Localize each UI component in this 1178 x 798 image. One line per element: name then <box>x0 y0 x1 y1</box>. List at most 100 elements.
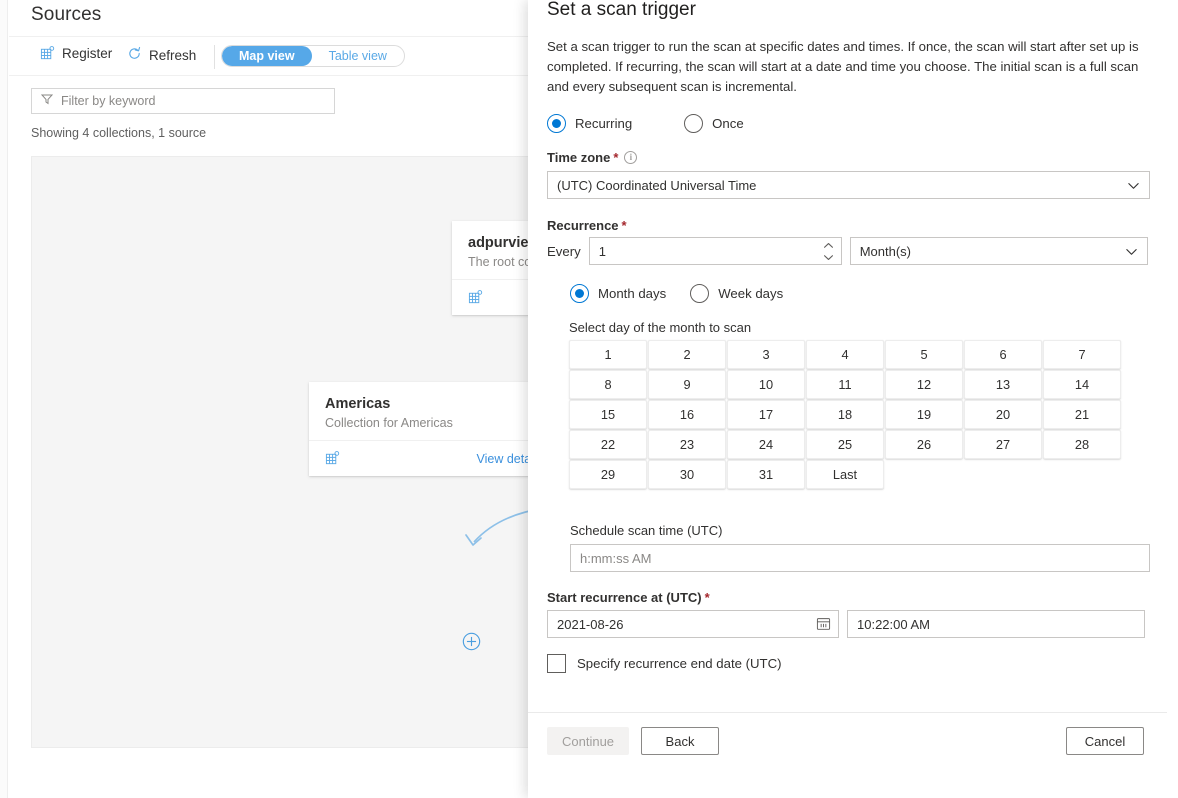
radio-once-label: Once <box>712 116 744 131</box>
radio-recurring-label: Recurring <box>575 116 633 131</box>
collection-card-root[interactable]: adpurview The root collection <box>452 221 540 315</box>
end-date-checkbox-label: Specify recurrence end date (UTC) <box>577 656 782 671</box>
every-label: Every <box>547 243 581 259</box>
radio-month-days[interactable]: Month days <box>570 284 666 303</box>
day-cell[interactable]: 20 <box>964 400 1042 429</box>
radio-week-days-control[interactable] <box>690 284 710 303</box>
collection-card-body: Americas Collection for Americas <box>309 382 540 440</box>
plus-circle-icon[interactable] <box>462 632 481 651</box>
day-cell[interactable]: 3 <box>727 340 805 369</box>
day-cell[interactable]: 6 <box>964 340 1042 369</box>
collection-card-body: adpurview The root collection <box>452 221 540 279</box>
chevron-down-icon <box>1127 179 1140 192</box>
month-day-grid: 1 2 3 4 5 6 7 8 9 10 11 12 13 14 15 16 17 18 19 20 21 22 23 24 2… <box>569 340 1122 489</box>
day-cell[interactable]: 19 <box>885 400 963 429</box>
view-toggle[interactable]: Map view Table view <box>221 45 405 67</box>
radio-once-control[interactable] <box>684 114 704 133</box>
collection-card-subtitle: Collection for Americas <box>325 416 453 430</box>
every-spinner-input[interactable]: 1 <box>588 237 842 265</box>
start-date-input[interactable]: 2021-08-26 <box>547 610 839 638</box>
end-date-checkbox-row[interactable]: Specify recurrence end date (UTC) <box>547 654 782 673</box>
recurrence-every-row: Every 1 Month(s) <box>547 237 1150 265</box>
cancel-button[interactable]: Cancel <box>1066 727 1144 755</box>
day-cell[interactable]: 11 <box>806 370 884 399</box>
day-cell[interactable]: 9 <box>648 370 726 399</box>
day-cell[interactable]: 13 <box>964 370 1042 399</box>
command-separator <box>214 45 215 69</box>
day-cell[interactable]: 2 <box>648 340 726 369</box>
day-cell[interactable]: Last <box>806 460 884 489</box>
timezone-value: (UTC) Coordinated Universal Time <box>557 177 757 193</box>
chevron-down-icon <box>1125 245 1138 258</box>
register-button[interactable]: Register <box>40 46 112 61</box>
day-cell[interactable]: 30 <box>648 460 726 489</box>
day-cell[interactable]: 22 <box>569 430 647 459</box>
day-cell[interactable]: 21 <box>1043 400 1121 429</box>
day-cell[interactable]: 27 <box>964 430 1042 459</box>
back-button[interactable]: Back <box>641 727 719 755</box>
day-cell[interactable]: 24 <box>727 430 805 459</box>
required-marker: * <box>621 218 627 233</box>
day-cell[interactable]: 16 <box>648 400 726 429</box>
end-date-checkbox[interactable] <box>547 654 566 673</box>
radio-recurring[interactable]: Recurring <box>547 114 632 133</box>
day-cell[interactable]: 4 <box>806 340 884 369</box>
day-cell[interactable]: 29 <box>569 460 647 489</box>
start-time-value: 10:22:00 AM <box>857 616 930 632</box>
collection-card-title: Americas <box>325 396 391 412</box>
grid-plus-icon <box>40 46 55 61</box>
timezone-label: Time zone * i <box>547 150 638 165</box>
day-cell[interactable]: 8 <box>569 370 647 399</box>
register-label: Register <box>62 46 113 61</box>
tab-table-view[interactable]: Table view <box>312 46 404 66</box>
day-cell[interactable]: 15 <box>569 400 647 429</box>
day-cell[interactable]: 23 <box>648 430 726 459</box>
spinner-up-down-icon[interactable] <box>821 240 836 263</box>
select-day-label: Select day of the month to scan <box>569 320 752 335</box>
calendar-icon[interactable] <box>816 616 831 634</box>
scan-trigger-panel: Set a scan trigger Set a scan trigger to… <box>528 0 1178 798</box>
radio-once[interactable]: Once <box>684 114 744 133</box>
timezone-label-text: Time zone <box>547 150 611 165</box>
collection-count-status: Showing 4 collections, 1 source <box>31 126 207 140</box>
refresh-icon <box>127 46 142 64</box>
radio-month-days-control[interactable] <box>570 284 589 303</box>
collection-card-americas[interactable]: Americas Collection for Americas View de… <box>309 382 540 476</box>
scan-time-placeholder: h:mm:ss AM <box>580 550 652 566</box>
day-cell[interactable]: 18 <box>806 400 884 429</box>
filter-placeholder: Filter by keyword <box>61 94 156 108</box>
continue-button[interactable]: Continue <box>547 727 630 755</box>
start-recurrence-row: 2021-08-26 10:22:00 AM <box>547 610 1150 638</box>
day-cell[interactable]: 26 <box>885 430 963 459</box>
radio-week-days[interactable]: Week days <box>690 284 783 303</box>
grid-plus-icon[interactable] <box>468 290 483 305</box>
start-time-input[interactable]: 10:22:00 AM <box>847 610 1145 638</box>
sources-page: Sources Register Refresh Map view Table … <box>0 0 540 798</box>
day-cell[interactable]: 7 <box>1043 340 1121 369</box>
radio-recurring-control[interactable] <box>547 114 566 133</box>
trigger-type-radio-group: Recurring Once <box>547 114 744 133</box>
day-cell[interactable]: 10 <box>727 370 805 399</box>
recurrence-unit-select[interactable]: Month(s) <box>849 237 1148 265</box>
day-cell[interactable]: 1 <box>569 340 647 369</box>
day-cell[interactable]: 28 <box>1043 430 1121 459</box>
day-cell[interactable]: 25 <box>806 430 884 459</box>
grid-plus-icon[interactable] <box>325 451 340 466</box>
left-nav-rail <box>0 0 8 798</box>
filter-input[interactable]: Filter by keyword <box>31 88 335 114</box>
day-cell[interactable]: 14 <box>1043 370 1121 399</box>
day-cell[interactable]: 12 <box>885 370 963 399</box>
panel-description: Set a scan trigger to run the scan at sp… <box>547 39 1139 94</box>
tab-map-view[interactable]: Map view <box>222 46 312 66</box>
day-cell[interactable]: 5 <box>885 340 963 369</box>
collection-connector-arrow <box>465 508 540 546</box>
info-icon[interactable]: i <box>624 151 638 164</box>
day-cell[interactable]: 17 <box>727 400 805 429</box>
day-cell[interactable]: 31 <box>727 460 805 489</box>
panel-title: Set a scan trigger <box>547 0 696 20</box>
refresh-button[interactable]: Refresh <box>127 46 196 64</box>
start-recurrence-label-text: Start recurrence at (UTC) <box>547 590 702 605</box>
timezone-select[interactable]: (UTC) Coordinated Universal Time <box>547 171 1150 199</box>
scan-time-input[interactable]: h:mm:ss AM <box>570 544 1150 572</box>
collection-card-footer <box>452 279 540 315</box>
